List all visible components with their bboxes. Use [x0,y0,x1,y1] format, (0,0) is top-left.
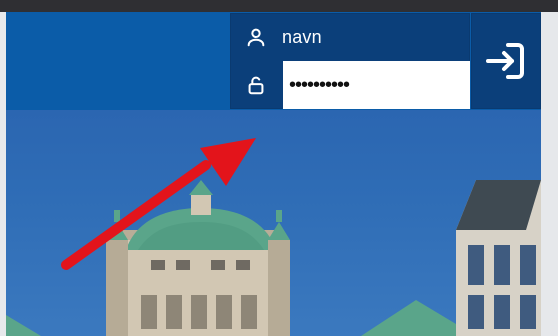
side-building [456,180,541,336]
login-arrow-icon [486,43,524,79]
password-row[interactable]: •••••••••• [230,61,470,109]
login-button[interactable] [471,13,541,109]
unlock-icon [230,61,282,109]
right-gutter [541,12,558,336]
username-row[interactable]: navn [230,13,470,61]
username-text: navn [282,26,322,47]
right-tower [268,210,290,336]
password-field[interactable]: •••••••••• [282,61,470,109]
hero-photo [6,110,541,336]
top-bar [0,0,558,12]
palace-illustration [6,138,541,336]
login-panel: navn •••••••••• [230,13,470,109]
left-roof-edge [6,315,41,336]
user-icon [230,13,282,61]
palace-building [114,180,284,336]
